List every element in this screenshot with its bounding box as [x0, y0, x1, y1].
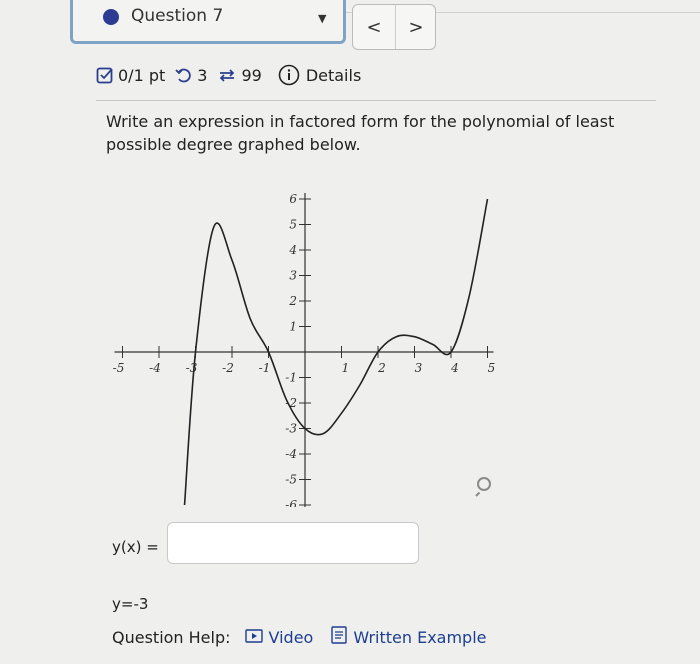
y-tick-label: 2 [288, 294, 297, 308]
chevron-right-icon: > [408, 16, 424, 38]
x-tick-label: -4 [149, 361, 161, 375]
x-tick-label: -2 [222, 361, 234, 375]
info-icon [278, 64, 300, 86]
written-example-label: Written Example [353, 627, 487, 647]
details-link[interactable]: Details [278, 64, 361, 86]
previous-question-button[interactable]: < [353, 5, 396, 49]
question-label: Question 7 [131, 6, 224, 26]
y-tick-label: 6 [289, 192, 297, 206]
details-label: Details [305, 65, 362, 85]
chevron-left-icon: < [366, 16, 382, 38]
x-tick-label: 1 [342, 361, 350, 375]
video-label: Video [268, 627, 314, 647]
attempts-count: 99 [241, 65, 262, 85]
question-help-label: Question Help: [112, 627, 231, 647]
next-question-button[interactable]: > [395, 5, 437, 49]
x-tick-label: 5 [488, 361, 496, 375]
y-tick-label: -4 [285, 447, 297, 461]
y-tick-label: -3 [285, 422, 297, 436]
question-help: Question Help: Video Written Example [112, 626, 505, 648]
retries-count: 3 [197, 65, 208, 85]
answer-label: y(x) = [112, 538, 159, 556]
dropdown-caret-icon: ▼ [318, 12, 327, 25]
video-link[interactable]: Video [244, 627, 314, 647]
graph-axes [114, 193, 494, 507]
answer-note: y=-3 [112, 595, 149, 613]
y-tick-label: 3 [289, 269, 297, 283]
question-status-bar: 0/1 pt 3 99 Details [96, 60, 361, 90]
x-tick-label: -1 [259, 361, 271, 375]
question-status-dot [103, 9, 119, 25]
y-tick-label: -1 [285, 371, 297, 385]
question-nav: < > [352, 4, 436, 50]
score-text: 0/1 pt [118, 65, 166, 85]
y-tick-label: 4 [288, 243, 297, 257]
attempts-icon [217, 66, 237, 84]
checkbox-icon [96, 66, 114, 84]
written-example-link[interactable]: Written Example [331, 626, 487, 648]
x-tick-label: 4 [450, 361, 459, 375]
x-tick-label: 3 [415, 361, 423, 375]
y-tick-label: -6 [285, 498, 297, 507]
retry-icon [175, 66, 193, 84]
divider [96, 100, 656, 101]
zoom-icon[interactable] [474, 474, 498, 502]
video-icon [244, 628, 263, 647]
question-prompt: Write an expression in factored form for… [106, 112, 615, 154]
x-tick-label: -5 [113, 361, 125, 375]
x-tick-label: 2 [377, 361, 386, 375]
y-tick-label: 5 [289, 218, 297, 232]
y-tick-label: -5 [285, 473, 297, 487]
document-icon [331, 626, 348, 648]
x-tick-label: -3 [186, 361, 198, 375]
answer-input[interactable] [167, 522, 419, 564]
polynomial-graph: -5 -4 -3 -2 -1 1 2 3 4 5654321-1-2-3-4-5-6 [113, 192, 496, 507]
question-selector[interactable]: Question 7 ▼ [70, 0, 346, 44]
y-tick-label: 1 [289, 320, 297, 334]
